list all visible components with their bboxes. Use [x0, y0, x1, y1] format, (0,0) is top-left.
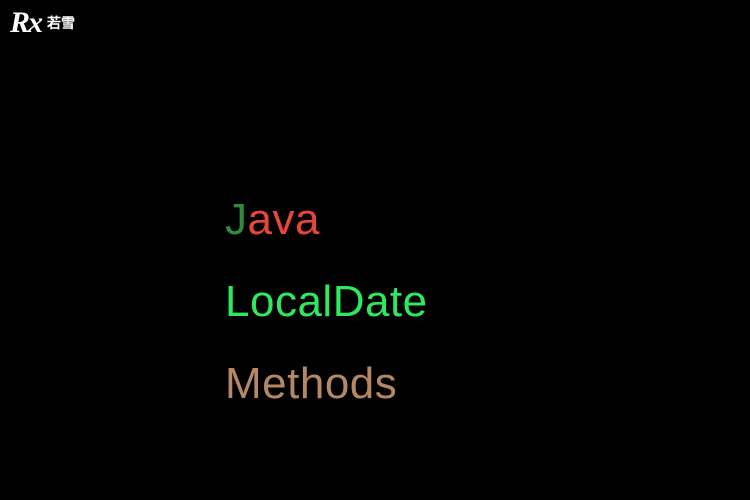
logo-area: Rx 若雪 — [10, 8, 75, 38]
title-line-1: Java — [225, 195, 428, 245]
main-content: Java LocalDate Methods — [225, 195, 428, 441]
title-line-2: LocalDate — [225, 277, 428, 327]
logo-text: 若雪 — [47, 13, 75, 33]
java-j-letter: J — [225, 195, 248, 244]
java-ava-text: ava — [248, 195, 320, 244]
title-line-3: Methods — [225, 359, 428, 409]
logo-symbol: Rx — [10, 8, 41, 38]
